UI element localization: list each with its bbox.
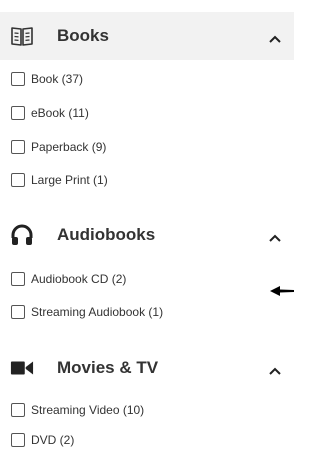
checkbox[interactable] <box>11 173 25 187</box>
facet-section-audiobooks: Audiobooks <box>0 211 294 259</box>
facet-section-movies-tv: Movies & TV <box>0 344 294 392</box>
chevron-up-icon[interactable] <box>268 31 282 43</box>
facet-option-ebook[interactable]: eBook (11) <box>11 103 89 123</box>
option-label: Audiobook CD (2) <box>31 272 127 286</box>
option-label: Paperback (9) <box>31 140 107 154</box>
facet-section-books: Books <box>0 12 294 60</box>
checkbox[interactable] <box>11 272 25 286</box>
headphones-icon <box>10 223 34 247</box>
checkbox[interactable] <box>11 140 25 154</box>
checkbox[interactable] <box>11 106 25 120</box>
chevron-up-icon[interactable] <box>268 363 282 375</box>
facet-header-audiobooks[interactable]: Audiobooks <box>0 211 294 259</box>
checkbox[interactable] <box>11 433 25 447</box>
option-label: Book (37) <box>31 72 84 86</box>
open-book-icon <box>10 24 34 48</box>
option-label: eBook (11) <box>31 106 89 120</box>
facet-option-dvd[interactable]: DVD (2) <box>11 430 74 450</box>
facet-title-audiobooks: Audiobooks <box>57 225 156 244</box>
facet-option-book[interactable]: Book (37) <box>11 69 83 89</box>
facet-option-streaming-audiobook[interactable]: Streaming Audiobook (1) <box>11 302 163 322</box>
checkbox[interactable] <box>11 72 25 86</box>
facet-title-books: Books <box>57 26 109 45</box>
video-camera-icon <box>10 356 34 380</box>
left-arrow-icon <box>270 284 294 296</box>
facet-option-paperback[interactable]: Paperback (9) <box>11 137 106 157</box>
facet-option-streaming-video[interactable]: Streaming Video (10) <box>11 400 144 420</box>
facet-title-movies-tv: Movies & TV <box>57 358 159 377</box>
option-label: Streaming Audiobook (1) <box>31 305 164 319</box>
option-label: Large Print (1) <box>31 173 108 187</box>
checkbox[interactable] <box>11 305 25 319</box>
facet-option-audiobook-cd[interactable]: Audiobook CD (2) <box>11 269 126 289</box>
chevron-up-icon[interactable] <box>268 230 282 242</box>
option-label: Streaming Video (10) <box>31 403 145 417</box>
facet-header-books[interactable]: Books <box>0 12 294 60</box>
facet-header-movies-tv[interactable]: Movies & TV <box>0 344 294 392</box>
checkbox[interactable] <box>11 403 25 417</box>
facet-option-large-print[interactable]: Large Print (1) <box>11 170 108 190</box>
option-label: DVD (2) <box>31 433 75 447</box>
